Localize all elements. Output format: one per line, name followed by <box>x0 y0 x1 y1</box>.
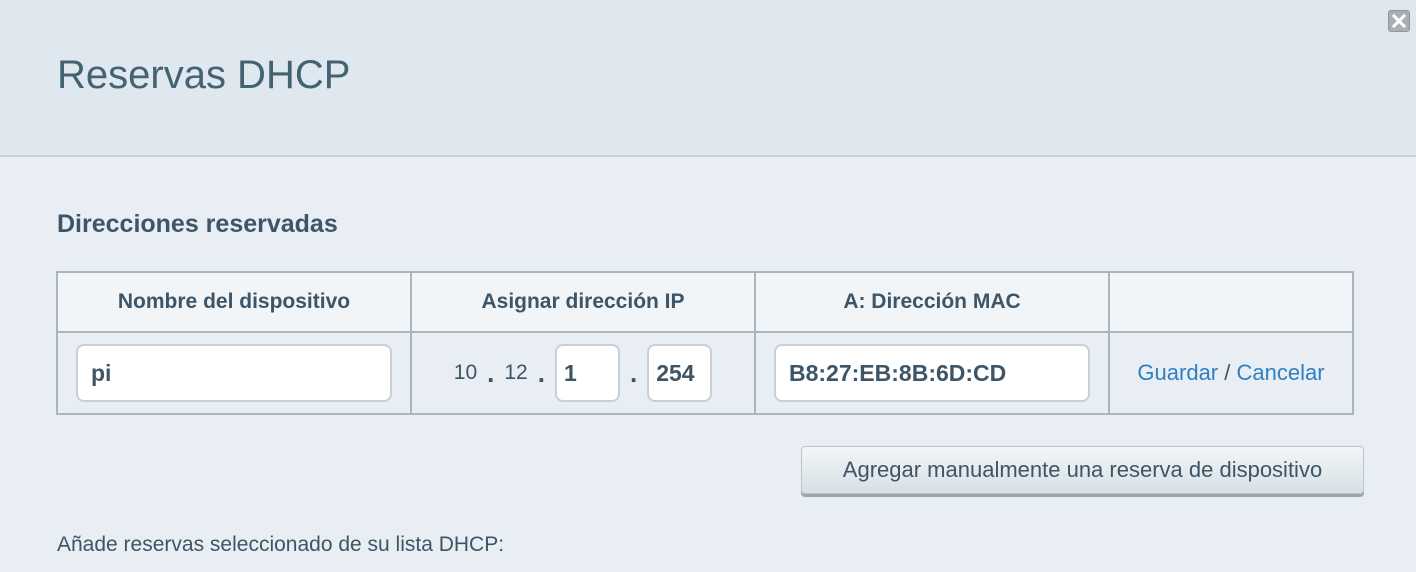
mac-cell: B8:27:EB:8B:6D:CD <box>754 331 1110 415</box>
save-link[interactable]: Guardar <box>1137 360 1218 385</box>
dialog-header: Reservas DHCP <box>0 0 1416 157</box>
ip-octet-1: 10 <box>453 361 478 384</box>
dialog-title: Reservas DHCP <box>57 53 351 97</box>
device-name-input[interactable]: pi <box>76 344 392 402</box>
ip-dot-3: . <box>629 357 638 388</box>
dialog-body: Direcciones reservadas Nombre del dispos… <box>0 157 1416 572</box>
ip-octet-2: 12 <box>504 361 528 384</box>
actions-cell: Guardar / Cancelar <box>1108 331 1354 415</box>
ip-cell: 10 . 12 . 1 . 254 <box>410 331 756 415</box>
table-row: pi 10 . 12 . 1 . 254 B8:27:EB:8B:6D:CD G… <box>56 331 1354 415</box>
close-icon[interactable] <box>1388 10 1410 32</box>
close-x-glyph <box>1392 14 1406 28</box>
ip-dot-1: . <box>487 357 495 388</box>
header-device-name: Nombre del dispositivo <box>56 271 412 333</box>
cancel-link[interactable]: Cancelar <box>1237 360 1325 385</box>
ip-dot-2: . <box>537 357 545 388</box>
mac-address-input[interactable]: B8:27:EB:8B:6D:CD <box>774 344 1090 402</box>
header-assign-ip: Asignar dirección IP <box>410 271 756 333</box>
dhcp-list-instructions: Añade reservas seleccionado de su lista … <box>57 533 505 556</box>
ip-octet-4-input[interactable]: 254 <box>647 344 713 402</box>
header-mac-address: A: Dirección MAC <box>754 271 1110 333</box>
section-title: Direcciones reservadas <box>57 210 338 238</box>
header-actions <box>1108 271 1354 333</box>
table-header-row: Nombre del dispositivo Asignar dirección… <box>56 271 1354 333</box>
ip-octet-3-input[interactable]: 1 <box>554 344 620 402</box>
device-name-cell: pi <box>56 331 412 415</box>
add-manual-reservation-button[interactable]: Agregar manualmente una reserva de dispo… <box>801 446 1364 494</box>
actions-separator: / <box>1224 360 1231 385</box>
reservations-table: Nombre del dispositivo Asignar dirección… <box>56 271 1354 415</box>
